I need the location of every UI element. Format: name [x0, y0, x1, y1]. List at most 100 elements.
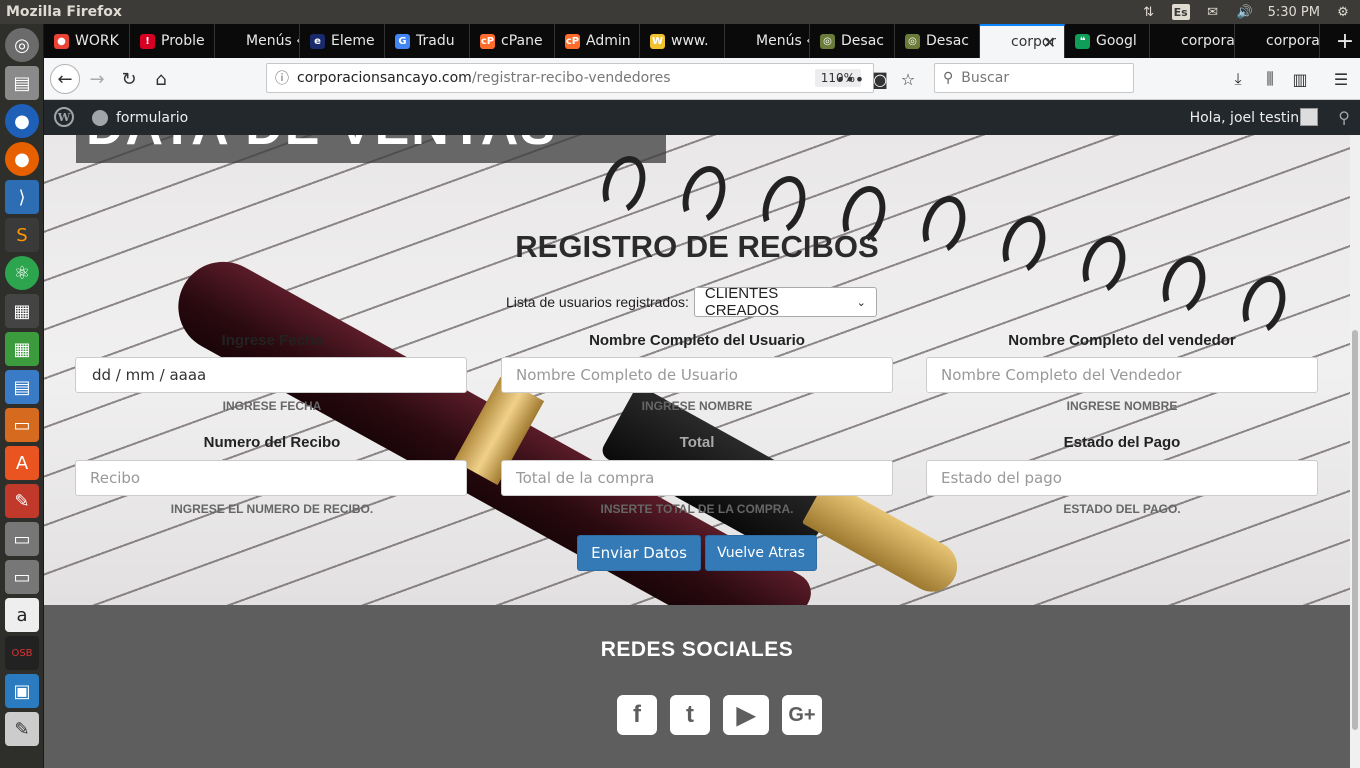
page-title: REGISTRO DE RECIBOS: [515, 229, 879, 264]
text-editor-icon[interactable]: ✎: [5, 712, 39, 746]
sublime-icon[interactable]: S: [5, 218, 39, 252]
video-editor-icon[interactable]: ▦: [5, 294, 39, 328]
page-scrollbar[interactable]: [1350, 100, 1360, 768]
drive-icon[interactable]: ▭: [5, 522, 39, 556]
gear-icon[interactable]: ⚙: [1334, 4, 1352, 20]
tab-favicon-icon: G: [395, 33, 410, 49]
site-name: formulario: [116, 109, 189, 126]
clock[interactable]: 5:30 PM: [1268, 5, 1320, 20]
page-actions-icon[interactable]: •••: [836, 64, 864, 94]
site-info-icon[interactable]: ⓘ: [267, 68, 297, 88]
close-icon[interactable]: ✕: [1043, 33, 1056, 52]
seller-name-field[interactable]: Nombre Completo del Vendedor: [926, 357, 1318, 393]
avatar[interactable]: [1300, 108, 1318, 126]
thunderbird-icon[interactable]: ●: [5, 104, 39, 138]
mail-icon[interactable]: ✉: [1204, 4, 1222, 20]
browser-tab[interactable]: corporaci: [1235, 24, 1320, 58]
dash-home-icon[interactable]: ◎: [5, 28, 39, 62]
youtube-icon[interactable]: ▶: [723, 695, 769, 735]
pocket-icon[interactable]: ◙: [866, 64, 894, 94]
window-title: Mozilla Firefox: [6, 4, 122, 20]
tab-label: Menús ‹ fo: [246, 33, 299, 49]
submit-button[interactable]: Enviar Datos: [577, 535, 701, 571]
new-tab-button[interactable]: +: [1330, 24, 1360, 58]
keyboard-layout-indicator[interactable]: Es: [1171, 4, 1190, 20]
home-button[interactable]: ⌂: [146, 64, 176, 94]
user-list-select[interactable]: CLIENTES CREADOS ⌄: [693, 285, 877, 319]
obs-icon[interactable]: OSB: [5, 636, 39, 670]
back-button[interactable]: Vuelve Atras: [705, 535, 817, 571]
account-greeting[interactable]: Hola, joel testing: [1190, 100, 1308, 135]
drive-icon-2[interactable]: ▭: [5, 560, 39, 594]
chevron-down-icon: ⌄: [856, 296, 866, 309]
menu-icon[interactable]: ☰: [1327, 64, 1355, 94]
page-viewport: W formulario Hola, joel testing ⚲ DATA D…: [44, 100, 1360, 768]
wordpress-logo-icon[interactable]: W: [54, 107, 74, 127]
tab-label: WORK: [75, 33, 119, 49]
browser-tab[interactable]: e Eleme: [300, 24, 385, 58]
google-plus-icon[interactable]: G+: [782, 695, 822, 735]
total-label: Total: [679, 434, 715, 451]
receipt-number-field[interactable]: Recibo: [75, 460, 467, 496]
browser-tab[interactable]: ● WORK: [44, 24, 130, 58]
scrollbar-thumb[interactable]: [1352, 330, 1358, 730]
downloads-icon[interactable]: ⤓: [1224, 64, 1252, 94]
search-input[interactable]: ⚲ Buscar: [934, 63, 1134, 93]
vscode-icon[interactable]: ⟩: [5, 180, 39, 214]
facebook-icon[interactable]: f: [617, 695, 657, 735]
twitter-icon[interactable]: t: [670, 695, 710, 735]
browser-tab[interactable]: Menús ‹ fo: [725, 24, 810, 58]
volume-icon[interactable]: 🔊: [1236, 4, 1254, 20]
browser-tab[interactable]: Wwww.: [640, 24, 725, 58]
total-field[interactable]: Total de la compra: [501, 460, 893, 496]
tab-favicon-icon: [1245, 33, 1260, 49]
browser-tab[interactable]: G Tradu: [385, 24, 470, 58]
bookmark-star-icon[interactable]: ☆: [894, 64, 922, 94]
tab-label: cPane: [501, 33, 543, 49]
spreadsheet-icon[interactable]: ▦: [5, 332, 39, 366]
forward-button[interactable]: →: [82, 64, 112, 94]
sidebar-icon[interactable]: ▥: [1286, 64, 1314, 94]
network-icon[interactable]: ⇅: [1140, 4, 1158, 20]
url-bar[interactable]: ⓘ corporacionsancayo.com/registrar-recib…: [266, 63, 874, 93]
tab-favicon-icon: cP: [565, 33, 580, 49]
user-name-field[interactable]: Nombre Completo de Usuario: [501, 357, 893, 393]
browser-tab[interactable]: ◎ Desac: [810, 24, 895, 58]
url-host: corporacionsancayo.com: [297, 70, 472, 86]
firefox-icon[interactable]: ●: [5, 142, 39, 176]
presentation-icon[interactable]: ▭: [5, 408, 39, 442]
image-viewer-icon[interactable]: ▣: [5, 674, 39, 708]
admin-bar-site-link[interactable]: formulario: [92, 100, 188, 135]
payment-status-field[interactable]: Estado del pago: [926, 460, 1318, 496]
browser-tab[interactable]: ◎ Desac: [895, 24, 980, 58]
seller-name-label: Nombre Completo del vendedor: [1008, 332, 1236, 349]
tab-label: www.: [671, 33, 709, 49]
admin-search-icon[interactable]: ⚲: [1338, 108, 1350, 127]
atom-icon[interactable]: ⚛: [5, 256, 39, 290]
tab-favicon-icon: cP: [480, 33, 495, 49]
browser-tab[interactable]: Menús ‹ fo: [215, 24, 300, 58]
footer: REDES SOCIALES f t ▶ G+: [44, 605, 1350, 768]
tab-label: Eleme: [331, 33, 375, 49]
reload-button[interactable]: ↻: [114, 64, 144, 94]
receipt-form: REGISTRO DE RECIBOS Lista de usuarios re…: [44, 135, 1360, 605]
footer-title: REDES SOCIALES: [600, 638, 794, 661]
date-field[interactable]: dd / mm / aaaa: [75, 357, 467, 393]
back-button[interactable]: ←: [50, 64, 80, 94]
browser-tab[interactable]: ❝ Googl: [1065, 24, 1150, 58]
software-center-icon[interactable]: A: [5, 446, 39, 480]
settings-tools-icon[interactable]: ✎: [5, 484, 39, 518]
tab-favicon-icon: !: [140, 33, 155, 49]
browser-tab[interactable]: corpor ✕: [980, 24, 1065, 58]
library-icon[interactable]: ⫼: [1256, 64, 1284, 94]
dashboard-icon: [92, 109, 108, 126]
browser-tab[interactable]: cP cPane: [470, 24, 555, 58]
browser-tab[interactable]: cP Admin: [555, 24, 640, 58]
search-icon: ⚲: [943, 70, 954, 86]
document-icon[interactable]: ▤: [5, 370, 39, 404]
tab-favicon-icon: e: [310, 33, 325, 49]
browser-tab[interactable]: ! Proble: [130, 24, 215, 58]
amazon-icon[interactable]: a: [5, 598, 39, 632]
browser-tab[interactable]: corporaci: [1150, 24, 1235, 58]
files-icon[interactable]: ▤: [5, 66, 39, 100]
